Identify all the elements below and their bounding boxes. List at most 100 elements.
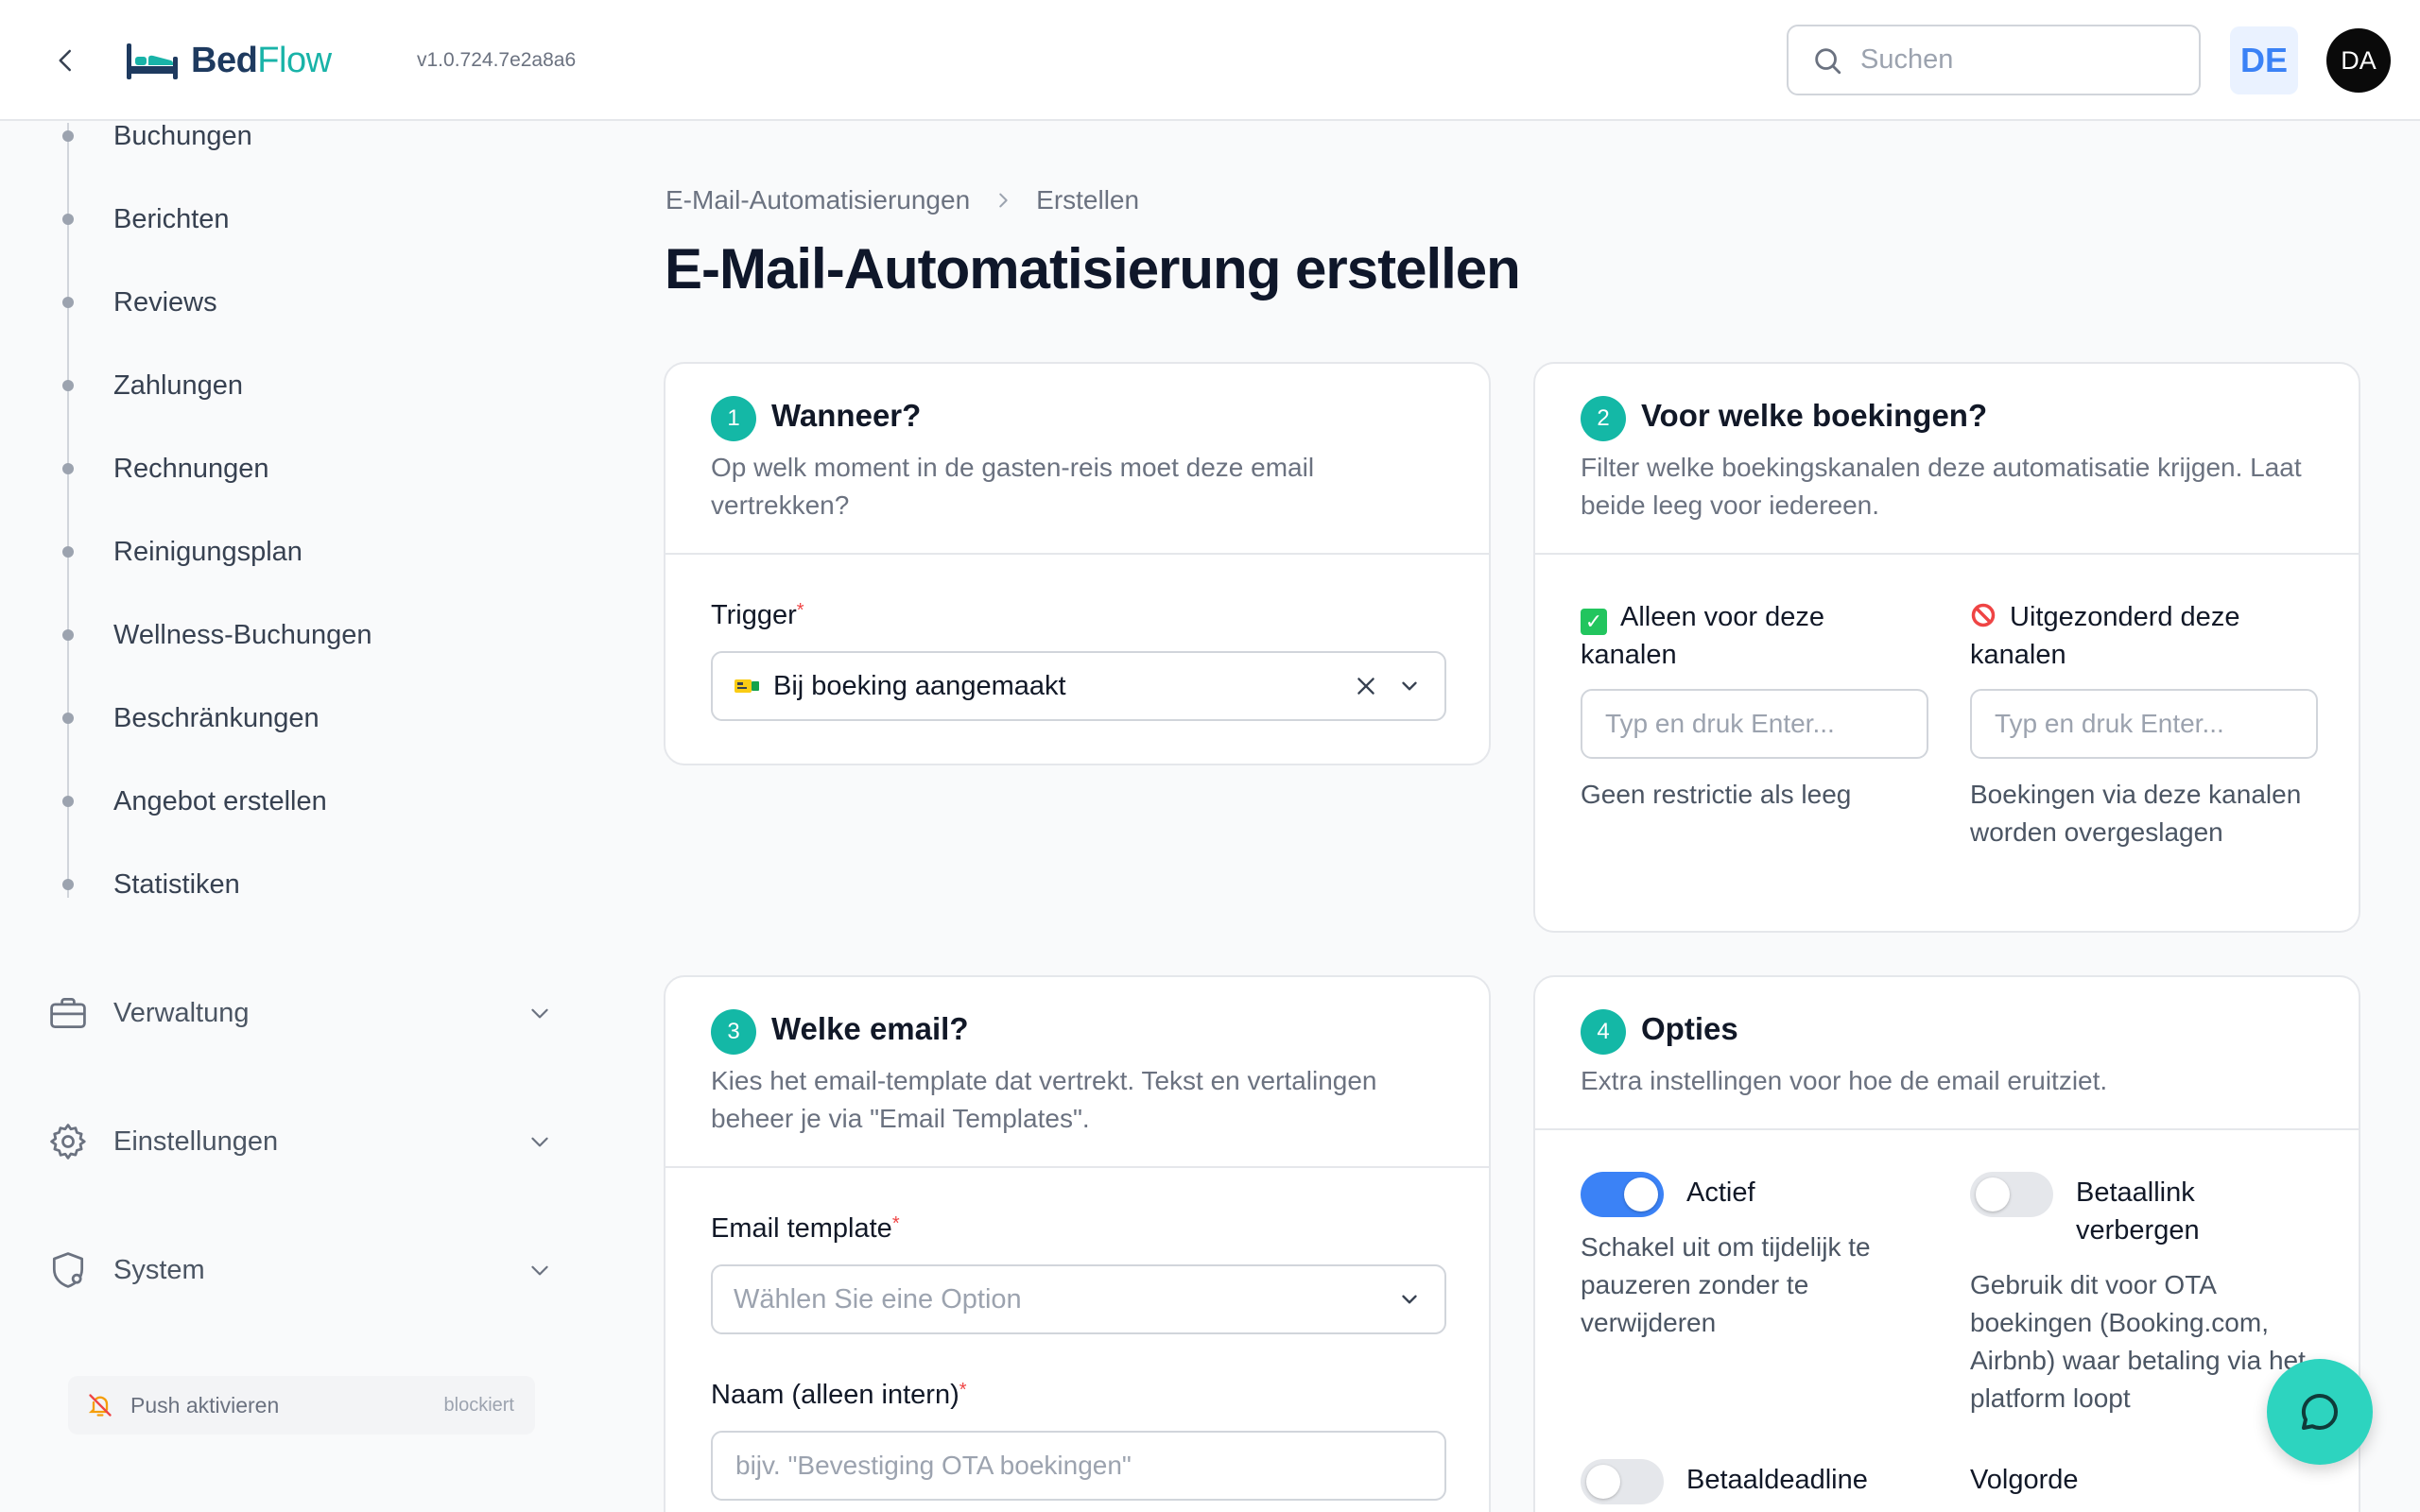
betaallink-verbergen-help: Gebruik dit voor OTA boekingen (Booking.… — [1970, 1270, 2306, 1413]
step-badge: 4 — [1581, 1009, 1626, 1055]
sidebar-group-system[interactable]: System — [0, 1237, 567, 1303]
sidebar-item-statistiken[interactable]: Statistiken — [0, 856, 567, 913]
sidebar-item-rechnungen[interactable]: Rechnungen — [0, 440, 567, 497]
toggle-knob — [1976, 1177, 2010, 1211]
betaaldeadline-toggle[interactable] — [1581, 1459, 1664, 1504]
card-description: Extra instellingen voor hoe de email eru… — [1581, 1066, 2108, 1095]
include-channels-input[interactable] — [1581, 689, 1928, 759]
sidebar-item-reviews[interactable]: Reviews — [0, 274, 567, 331]
chevron-down-icon — [531, 1265, 548, 1276]
card-voor-welke-boekingen: 2 Voor welke boekingen? Filter welke boe… — [1533, 362, 2360, 933]
logo[interactable]: BedFlow — [125, 32, 332, 89]
step-badge: 2 — [1581, 396, 1626, 441]
actief-help: Schakel uit om tijdelijk te pauzeren zon… — [1581, 1232, 1871, 1337]
exclude-channels-input[interactable] — [1970, 689, 2318, 759]
exclude-channels-label: Uitgezonderd deze kanalen — [1970, 598, 2329, 674]
card-title: Wanneer? — [771, 398, 922, 433]
top-bar: BedFlow v1.0.724.7e2a8a6 DE DA — [0, 0, 2420, 121]
bed-icon — [127, 43, 178, 79]
logo-text-flow: Flow — [257, 40, 332, 80]
card-header: 3 Welke email? Kies het email-template d… — [666, 977, 1489, 1168]
back-button[interactable] — [43, 38, 89, 83]
trigger-emoji-icon — [735, 679, 759, 693]
email-template-placeholder: Wählen Sie eine Option — [734, 1283, 1022, 1314]
bullet-icon — [62, 879, 74, 890]
sidebar-item-reinigungsplan[interactable]: Reinigungsplan — [0, 524, 567, 580]
breadcrumb: E-Mail-Automatisierungen Erstellen — [666, 185, 1139, 215]
bullet-icon — [62, 297, 74, 308]
sidebar-item-wellness-buchungen[interactable]: Wellness-Buchungen — [0, 607, 567, 663]
sidebar-item-beschraenkungen[interactable]: Beschränkungen — [0, 690, 567, 747]
card-welke-email: 3 Welke email? Kies het email-template d… — [664, 975, 1491, 1512]
bullet-icon — [62, 463, 74, 474]
sidebar-item-label: Berichten — [113, 203, 230, 234]
card-description: Kies het email-template dat vertrekt. Te… — [711, 1066, 1377, 1133]
push-notification-button[interactable]: Push aktivieren blockiert — [68, 1376, 535, 1435]
volgorde-label: Volgorde — [1970, 1465, 2079, 1495]
exclude-channels-help: Boekingen via deze kanalen worden overge… — [1970, 780, 2302, 847]
sidebar-group-verwaltung[interactable]: Verwaltung — [0, 980, 567, 1046]
bell-off-icon — [88, 1394, 112, 1417]
bullet-icon — [62, 380, 74, 391]
sidebar-item-label: Statistiken — [113, 868, 240, 900]
chevron-down-icon — [531, 1008, 548, 1019]
user-avatar[interactable]: DA — [2326, 28, 2391, 93]
include-channels-help: Geen restrictie als leeg — [1581, 780, 1852, 809]
sidebar-item-zahlungen[interactable]: Zahlungen — [0, 357, 567, 414]
breadcrumb-parent-link[interactable]: E-Mail-Automatisierungen — [666, 185, 970, 215]
step-badge: 3 — [711, 1009, 756, 1055]
required-mark: * — [891, 1213, 900, 1234]
actief-label: Actief — [1686, 1177, 1755, 1208]
exclude-label-text: Uitgezonderd deze kanalen — [1970, 602, 2240, 670]
card-opties: 4 Opties Extra instellingen voor hoe de … — [1533, 975, 2360, 1512]
search-box[interactable] — [1787, 25, 2201, 95]
card-description: Filter welke boekingskanalen deze automa… — [1581, 453, 2302, 520]
page-title: E-Mail-Automatisierung erstellen — [665, 237, 1521, 301]
card-description: Op welk moment in de gasten-reis moet de… — [711, 453, 1315, 520]
card-header: 4 Opties Extra instellingen voor hoe de … — [1535, 977, 2359, 1130]
breadcrumb-current: Erstellen — [1036, 185, 1140, 215]
sidebar-item-buchungen[interactable]: Buchungen — [0, 108, 567, 164]
sidebar-item-label: Angebot erstellen — [113, 785, 327, 816]
sidebar-group-einstellungen[interactable]: Einstellungen — [0, 1108, 567, 1175]
clear-icon[interactable] — [1354, 674, 1378, 698]
sidebar-item-label: Rechnungen — [113, 453, 269, 484]
chevron-down-icon — [1402, 681, 1417, 691]
betaaldeadline-label: Betaaldeadline — [1686, 1465, 1868, 1495]
sidebar-group-label: Verwaltung — [113, 997, 250, 1028]
sidebar-item-label: Buchungen — [113, 120, 252, 151]
name-input[interactable] — [711, 1431, 1446, 1501]
chevron-down-icon — [531, 1137, 548, 1147]
prohibited-icon — [1971, 603, 1996, 627]
chevron-left-icon — [59, 49, 71, 72]
trigger-value: Bij boeking aangemaakt — [773, 670, 1066, 701]
sidebar-group-label: System — [113, 1254, 205, 1285]
bullet-icon — [62, 796, 74, 807]
language-switcher[interactable]: DE — [2230, 26, 2298, 94]
breadcrumb-separator — [993, 190, 1013, 211]
checkmark-icon: ✓ — [1581, 609, 1607, 635]
bullet-icon — [62, 214, 74, 225]
search-icon — [1815, 47, 1841, 74]
step-badge: 1 — [711, 396, 756, 441]
chevron-down-icon — [1402, 1295, 1417, 1304]
sidebar-item-label: Beschränkungen — [113, 702, 320, 733]
search-input[interactable] — [1860, 44, 2182, 76]
betaallink-verbergen-toggle[interactable] — [1970, 1172, 2053, 1217]
card-wanneer: 1 Wanneer? Op welk moment in de gasten-r… — [664, 362, 1491, 765]
bullet-icon — [62, 130, 74, 142]
sidebar-item-label: Reinigungsplan — [113, 536, 302, 567]
email-template-select[interactable]: Wählen Sie eine Option — [711, 1264, 1446, 1334]
include-label-text: Alleen voor deze kanalen — [1581, 602, 1825, 670]
gear-icon — [50, 1124, 86, 1160]
trigger-select[interactable]: Bij boeking aangemaakt — [711, 651, 1446, 721]
sidebar-item-berichten[interactable]: Berichten — [0, 191, 567, 248]
toggle-knob — [1586, 1465, 1620, 1499]
chat-bubble-icon — [2301, 1393, 2338, 1430]
sidebar-item-label: Zahlungen — [113, 369, 244, 401]
trigger-label-text: Trigger — [711, 600, 797, 630]
chat-button[interactable] — [2267, 1359, 2373, 1465]
version-label: v1.0.724.7e2a8a6 — [417, 49, 577, 71]
sidebar-item-angebot-erstellen[interactable]: Angebot erstellen — [0, 773, 567, 830]
actief-toggle[interactable] — [1581, 1172, 1664, 1217]
